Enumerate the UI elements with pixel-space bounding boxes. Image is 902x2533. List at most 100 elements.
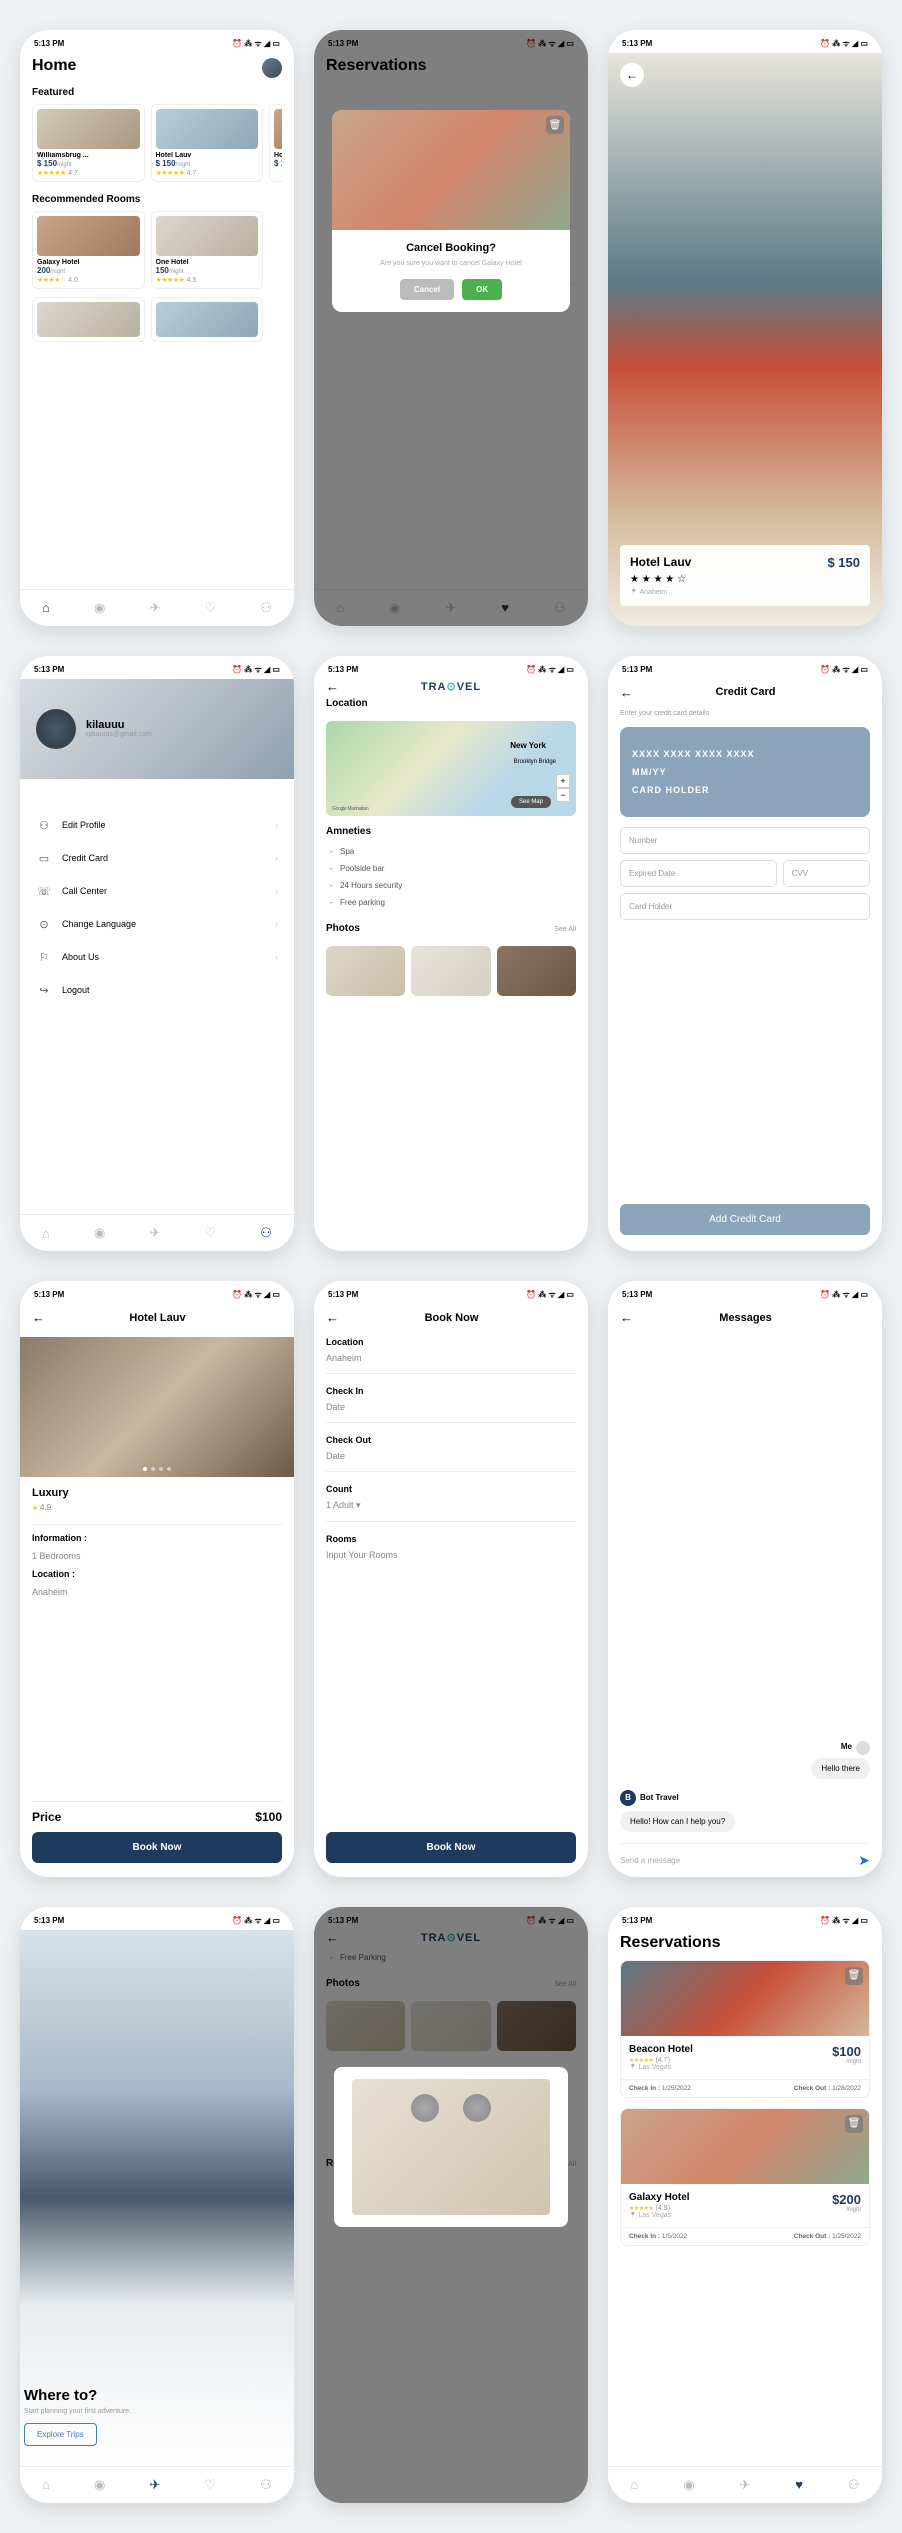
count-field[interactable]: 1 Adult ▾ bbox=[326, 1500, 576, 1511]
back-button[interactable]: ← bbox=[326, 1310, 339, 1325]
headset-icon: ☏ bbox=[36, 885, 52, 898]
nav-profile-icon[interactable]: ⚇ bbox=[260, 1225, 272, 1241]
reservation-card[interactable]: 🗑 $100 Beacon Hotel /night ★★★★★ (4.7) L… bbox=[620, 1960, 870, 2098]
sender-me: Me bbox=[841, 1742, 852, 1751]
hotel-price: $ 150 bbox=[827, 555, 860, 570]
room-card[interactable] bbox=[151, 297, 264, 342]
ok-button[interactable]: OK bbox=[462, 279, 502, 300]
photo-thumb[interactable] bbox=[326, 946, 405, 996]
screen-credit-card: 5:13 PM⏰ ⁂ ᯤ ◢ ▭ ←Credit Card Enter your… bbox=[608, 656, 882, 1252]
card-name: Galaxy Hotel bbox=[37, 259, 140, 266]
zoom-in-button[interactable]: + bbox=[556, 774, 570, 788]
back-button[interactable]: ← bbox=[620, 1310, 633, 1325]
nav-send-icon[interactable]: ✈ bbox=[149, 2477, 160, 2493]
room-card[interactable]: Galaxy Hotel200/night★★★★☆ 4.0 bbox=[32, 211, 145, 289]
number-input[interactable]: Number bbox=[620, 827, 870, 854]
section-featured: Featured bbox=[32, 87, 282, 98]
featured-card[interactable]: Williamsbrug ...$ 150/night★★★★★ 4.7 bbox=[32, 104, 145, 182]
back-button[interactable]: ← bbox=[326, 679, 339, 694]
page-title: Messages bbox=[641, 1312, 850, 1324]
card-icon: ▭ bbox=[36, 852, 52, 865]
photo-lightbox[interactable] bbox=[334, 2067, 568, 2227]
checkin-field[interactable]: Date bbox=[326, 1402, 576, 1412]
explore-button[interactable]: Explore Trips bbox=[24, 2423, 97, 2446]
nav-home-icon[interactable]: ⌂ bbox=[42, 600, 50, 615]
rating: 4.9 bbox=[40, 1503, 51, 1512]
screen-where-to: 5:13 PM⏰ ⁂ ᯤ ◢ ▭ Where to? Start plannin… bbox=[20, 1907, 294, 2503]
book-now-button[interactable]: Book Now bbox=[32, 1832, 282, 1863]
book-now-button[interactable]: Book Now bbox=[326, 1832, 576, 1863]
photo-thumb[interactable] bbox=[497, 946, 576, 996]
cvv-input[interactable]: CVV bbox=[783, 860, 870, 887]
amenity-item: Free parking bbox=[326, 894, 576, 911]
card-name: Hotel Lauv bbox=[156, 152, 259, 159]
see-all-link[interactable]: See All bbox=[554, 926, 576, 933]
trash-icon[interactable]: 🗑 bbox=[845, 2115, 863, 2133]
section-location: Location bbox=[326, 698, 576, 709]
screen-reservations: 5:13 PM⏰ ⁂ ᯤ ◢ ▭ Reservations 🗑 $100 Bea… bbox=[608, 1907, 882, 2503]
nav-send-icon[interactable]: ✈ bbox=[149, 600, 160, 616]
card-name: One Hotel bbox=[156, 259, 259, 266]
map[interactable]: New York Brooklyn Bridge + − See Map Goo… bbox=[326, 721, 576, 816]
expiry-input[interactable]: Expired Date bbox=[620, 860, 777, 887]
back-button[interactable]: ← bbox=[620, 63, 644, 87]
avatar[interactable] bbox=[36, 709, 76, 749]
card-expiry-display: MM/YY bbox=[632, 767, 858, 777]
menu-edit-profile[interactable]: ⚇Edit Profile› bbox=[32, 809, 282, 842]
message-input[interactable]: Send a message bbox=[620, 1856, 858, 1865]
see-map-button[interactable]: See Map bbox=[511, 796, 551, 808]
card-visual: XXXX XXXX XXXX XXXX MM/YY CARD HOLDER bbox=[620, 727, 870, 817]
room-card[interactable]: One Hotel150/night★★★★★ 4.5 bbox=[151, 211, 264, 289]
trash-icon[interactable]: 🗑 bbox=[546, 116, 564, 134]
message-bubble: Hello! How can I help you? bbox=[620, 1811, 735, 1832]
checkout-field[interactable]: Date bbox=[326, 1451, 576, 1461]
menu-language[interactable]: ⊙Change Language› bbox=[32, 908, 282, 941]
cancel-button[interactable]: Cancel bbox=[400, 279, 454, 300]
logout-icon: ↪ bbox=[36, 984, 52, 997]
avatar[interactable] bbox=[262, 58, 282, 78]
holder-input[interactable]: Card Holder bbox=[620, 893, 870, 920]
room-image[interactable] bbox=[20, 1337, 294, 1477]
add-card-button[interactable]: Add Credit Card bbox=[620, 1204, 870, 1235]
rooms-field[interactable]: Input Your Rooms bbox=[326, 1550, 576, 1560]
card-name: Williamsbrug ... bbox=[37, 152, 140, 159]
hotel-name: Beacon Hotel bbox=[629, 2044, 861, 2055]
nav-heart-icon[interactable]: ♡ bbox=[204, 600, 216, 616]
back-button[interactable]: ← bbox=[32, 1310, 45, 1325]
nav-heart-icon[interactable]: ♥ bbox=[795, 2477, 803, 2492]
screen-home: 5:13 PM⏰ ⁂ ᯤ ◢ ▭ Home Featured Williamsb… bbox=[20, 30, 294, 626]
screen-messages: 5:13 PM⏰ ⁂ ᯤ ◢ ▭ ←Messages Me Hello ther… bbox=[608, 1281, 882, 1877]
reservation-card[interactable]: 🗑 $200 Galaxy Hotel /night ★★★★★ (4.9) L… bbox=[620, 2108, 870, 2246]
send-icon[interactable]: ➤ bbox=[858, 1852, 870, 1869]
back-button[interactable]: ← bbox=[620, 685, 633, 700]
screen-book-now: 5:13 PM⏰ ⁂ ᯤ ◢ ▭ ←Book Now LocationAnahe… bbox=[314, 1281, 588, 1877]
location: Las Vegas bbox=[629, 2212, 861, 2219]
modal-text: Are you sure you want to cancel Galaxy H… bbox=[332, 260, 570, 267]
headline: Where to? bbox=[24, 2387, 290, 2404]
subline: Start planning your first adventure. bbox=[24, 2408, 290, 2415]
menu-logout[interactable]: ↪Logout bbox=[32, 974, 282, 1007]
trash-icon[interactable]: 🗑 bbox=[845, 1967, 863, 1985]
section-photos: Photos bbox=[326, 923, 360, 934]
menu-credit-card[interactable]: ▭Credit Card› bbox=[32, 842, 282, 875]
status-bar: 5:13 PM⏰ ⁂ ᯤ ◢ ▭ bbox=[608, 30, 882, 53]
status-icons: ⏰ ⁂ ᯤ ◢ ▭ bbox=[232, 38, 280, 49]
section-amenities: Amneties bbox=[326, 826, 576, 837]
menu-about[interactable]: ⚐About Us› bbox=[32, 941, 282, 974]
section-recommended: Recommended Rooms bbox=[32, 194, 282, 205]
menu-call-center[interactable]: ☏Call Center› bbox=[32, 875, 282, 908]
location-field[interactable]: Anaheim bbox=[326, 1353, 576, 1363]
featured-card[interactable]: Hotel Lauv$ 150/night★★★★★ 4.7 bbox=[151, 104, 264, 182]
screen-hotel-hero: 5:13 PM⏰ ⁂ ᯤ ◢ ▭ ← Hotel Lauv $ 150 ★ ★ … bbox=[608, 30, 882, 626]
chevron-down-icon: ▾ bbox=[356, 1500, 361, 1510]
nav-profile-icon[interactable]: ⚇ bbox=[260, 600, 272, 616]
room-card[interactable] bbox=[32, 297, 145, 342]
zoom-out-button[interactable]: − bbox=[556, 788, 570, 802]
nav-chat-icon[interactable]: ◉ bbox=[94, 600, 105, 616]
cancel-booking-modal: 🗑 Cancel Booking? Are you sure you want … bbox=[332, 110, 570, 312]
featured-card[interactable]: Hotel H...$ 150 bbox=[269, 104, 282, 182]
amenity-item: 24 Hours security bbox=[326, 877, 576, 894]
chevron-right-icon: › bbox=[275, 820, 278, 830]
photo-thumb[interactable] bbox=[411, 946, 490, 996]
price: $100 bbox=[832, 2044, 861, 2059]
